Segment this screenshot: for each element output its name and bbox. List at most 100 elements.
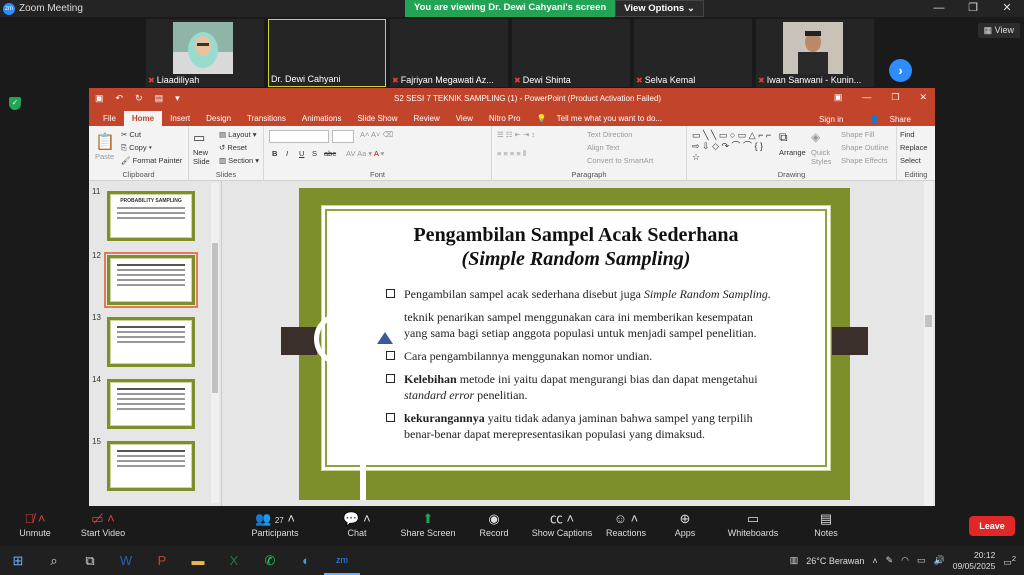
close-button[interactable]: ✕ — [990, 0, 1024, 17]
section-button[interactable]: ▥ Section ▾ — [219, 156, 259, 165]
align-text-button[interactable]: Align Text — [587, 143, 619, 152]
slide-thumbnail-12[interactable] — [104, 252, 198, 308]
word-app-icon[interactable]: W — [108, 546, 144, 575]
clock[interactable]: 20:12 09/05/2025 — [953, 550, 996, 572]
task-view-icon[interactable]: ⧉ — [72, 546, 108, 575]
start-video-button[interactable]: ▭̸ ˄ Start Video — [68, 510, 138, 538]
powerpoint-app-icon[interactable]: P — [144, 546, 180, 575]
edge-browser-icon[interactable]: ◐ — [288, 546, 324, 575]
shapes-gallery-icon[interactable]: ▭ ╲ ╲ ▭ ○ ▭ △ ⌐ ⌐ ⇨ ⇩ ◇ ↷ ⌒ ⌒ { } ☆ — [692, 130, 772, 163]
slide-title[interactable]: Pengambilan Sampel Acak Sederhana — [322, 224, 830, 247]
weather-icon[interactable]: ▥ — [790, 555, 799, 566]
tab-slide-show[interactable]: Slide Show — [349, 111, 405, 126]
paste-button[interactable]: Paste — [95, 152, 114, 161]
unmute-button[interactable]: 🎙̸ ˄ Unmute — [0, 510, 70, 538]
scrollbar-thumb[interactable] — [212, 243, 218, 393]
current-slide[interactable]: Pengambilan Sampel Acak Sederhana (Simpl… — [321, 205, 831, 471]
scrollbar-thumb[interactable] — [925, 315, 932, 327]
participant-tile[interactable]: ✖ Fajriyan Megawati Az... — [390, 19, 508, 87]
tab-file[interactable]: File — [95, 111, 124, 126]
copy-button[interactable]: ⎘ Copy ▾ — [121, 143, 152, 153]
battery-icon[interactable]: ▭ — [917, 555, 926, 566]
zoom-app-icon[interactable]: zm — [324, 546, 360, 575]
record-button[interactable]: ◉ Record — [459, 510, 529, 538]
speaker-icon[interactable]: 🔊 — [934, 555, 945, 566]
slide-thumbnail-13[interactable] — [107, 317, 195, 367]
underline-button[interactable]: U — [299, 149, 304, 158]
participant-tile[interactable]: ✖ Selva Kemal — [634, 19, 752, 87]
shape-outline-button[interactable]: Shape Outline — [841, 143, 889, 152]
tab-view[interactable]: View — [448, 111, 481, 126]
tab-review[interactable]: Review — [405, 111, 447, 126]
share-screen-button[interactable]: ⬆ Share Screen — [393, 510, 463, 538]
ribbon-options-icon[interactable]: ▣ — [834, 92, 843, 103]
leave-button[interactable]: Leave — [969, 516, 1015, 536]
tell-me-box[interactable]: 💡 Tell me what you want to do... — [528, 111, 678, 126]
shape-effects-button[interactable]: Shape Effects — [841, 156, 888, 165]
next-page-arrow-icon[interactable]: › — [889, 59, 912, 82]
participants-button[interactable]: 👥 27 ˄ Participants — [240, 510, 310, 538]
sign-in-link[interactable]: Sign in — [811, 112, 851, 127]
paste-icon[interactable]: 📋 — [95, 132, 115, 152]
quick-styles-button[interactable]: Quick Styles — [811, 148, 835, 166]
find-button[interactable]: Find — [900, 130, 915, 139]
thumbnail-scrollbar[interactable] — [211, 183, 219, 503]
windows-start-icon[interactable]: ⊞ — [0, 546, 36, 575]
present-icon[interactable]: ▤ — [155, 93, 164, 104]
shadow-button[interactable]: S — [312, 149, 317, 158]
weather-text[interactable]: 26°C Berawan — [806, 556, 864, 566]
participant-tile-active-speaker[interactable]: Dr. Dewi Cahyani — [268, 19, 386, 87]
reset-button[interactable]: ↺ Reset — [219, 143, 247, 152]
layout-button[interactable]: ▤ Layout ▾ — [219, 130, 257, 139]
new-slide-icon[interactable]: ▭ — [193, 130, 205, 146]
bold-button[interactable]: B — [272, 149, 277, 158]
slide-canvas[interactable]: Pengambilan Sampel Acak Sederhana (Simpl… — [281, 188, 868, 500]
slide-thumbnail-14[interactable] — [107, 379, 195, 429]
encryption-shield-icon[interactable]: ✓ — [9, 97, 21, 110]
ppt-minimize-icon[interactable]: — — [862, 92, 871, 103]
view-options-button[interactable]: View Options ⌄ — [615, 0, 704, 17]
chat-button[interactable]: 💬 ˄ Chat — [322, 510, 392, 538]
save-icon[interactable]: ▣ — [95, 93, 104, 104]
pen-icon[interactable]: ✎ — [886, 555, 894, 566]
search-icon[interactable]: ⌕ — [36, 546, 72, 575]
restore-button[interactable]: ❐ — [956, 0, 990, 17]
font-size-box[interactable] — [332, 130, 354, 143]
slide-scrollbar[interactable] — [924, 181, 933, 506]
align-icon[interactable]: ≡ ≡ ≡ ≡ ⫴ — [497, 149, 526, 159]
tab-animations[interactable]: Animations — [294, 111, 350, 126]
excel-app-icon[interactable]: X — [216, 546, 252, 575]
tab-nitro-pro[interactable]: Nitro Pro — [481, 111, 529, 126]
cut-button[interactable]: ✂ Cut — [121, 130, 141, 139]
wifi-icon[interactable]: ◠ — [901, 555, 909, 566]
char-spacing-icon[interactable]: AV Aa ▾ A ▾ — [346, 149, 384, 158]
slide-thumbnail-11[interactable]: PROBABILITY SAMPLING — [107, 191, 195, 241]
whatsapp-app-icon[interactable]: ✆ — [252, 546, 288, 575]
ppt-close-icon[interactable]: ✕ — [919, 92, 927, 103]
shape-fill-button[interactable]: Shape Fill — [841, 130, 874, 139]
italic-button[interactable]: I — [286, 149, 288, 158]
arrange-button[interactable]: Arrange — [779, 148, 806, 157]
font-name-box[interactable] — [269, 130, 329, 143]
customize-icon[interactable]: ▾ — [175, 93, 180, 104]
whiteboards-button[interactable]: ▭ Whiteboards — [718, 510, 788, 538]
notes-button[interactable]: ▤ Notes — [791, 510, 861, 538]
slide-subtitle[interactable]: (Simple Random Sampling) — [322, 248, 830, 271]
view-button[interactable]: ▦ View — [977, 23, 1020, 38]
font-grow-icon[interactable]: A˄ A˅ ⌫ — [360, 130, 393, 139]
participant-tile[interactable]: ✖ Dewi Shinta — [512, 19, 630, 87]
ppt-restore-icon[interactable]: ❐ — [891, 92, 899, 103]
apps-button[interactable]: ⊕ Apps — [650, 510, 720, 538]
captions-button[interactable]: ㏄ ˄ Show Captions — [527, 510, 597, 538]
minimize-button[interactable]: — — [922, 0, 956, 17]
notification-icon[interactable]: ▭2 — [1003, 554, 1016, 568]
file-explorer-icon[interactable]: ▬ — [180, 546, 216, 575]
strikethrough-button[interactable]: abc — [324, 149, 336, 158]
tab-insert[interactable]: Insert — [162, 111, 198, 126]
new-slide-button[interactable]: New Slide — [193, 148, 217, 166]
select-button[interactable]: Select — [900, 156, 921, 165]
tab-design[interactable]: Design — [198, 111, 239, 126]
participant-tile[interactable]: ✖ Iwan Sanwani - Kunin... — [756, 19, 874, 87]
smartart-button[interactable]: Convert to SmartArt — [587, 156, 653, 165]
undo-icon[interactable]: ↶ — [116, 93, 124, 104]
